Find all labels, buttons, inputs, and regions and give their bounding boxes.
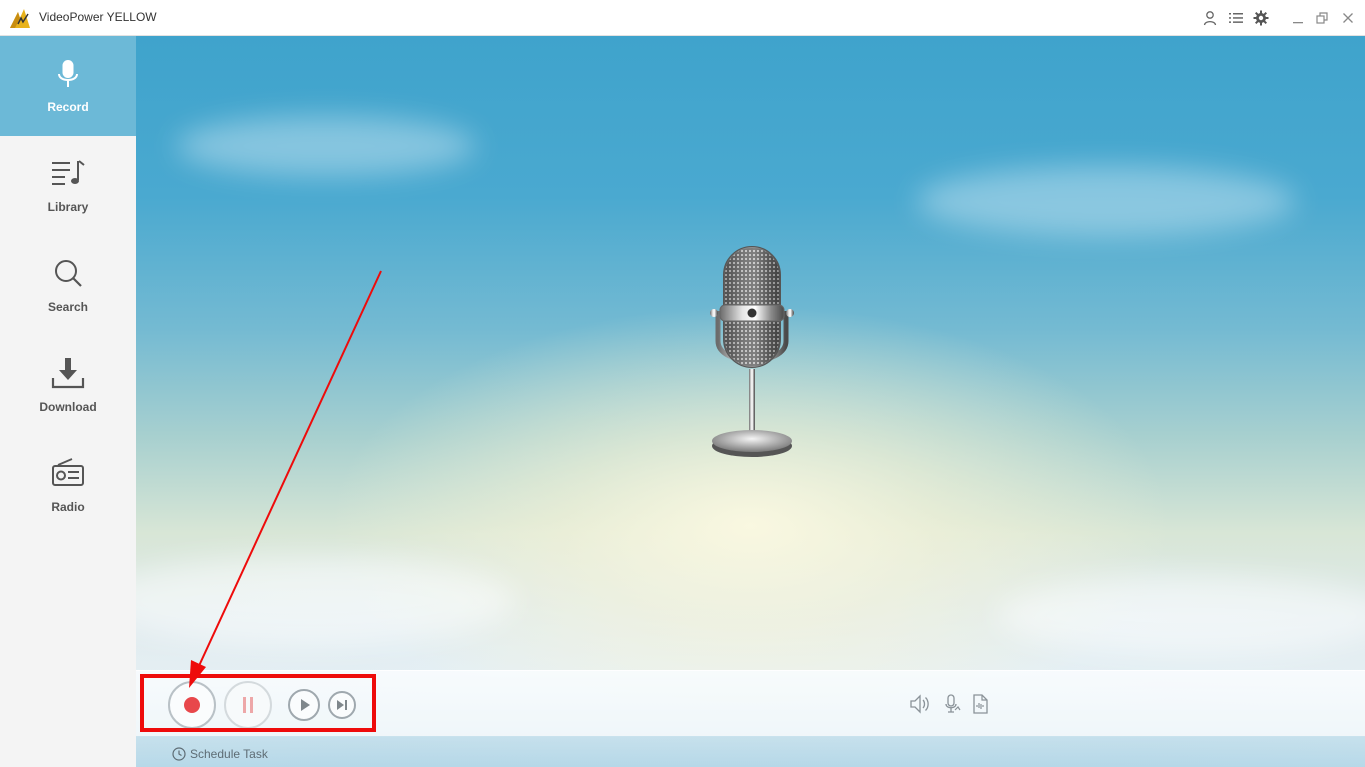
audio-format-icon[interactable] bbox=[969, 693, 991, 715]
sidebar-item-label: Download bbox=[39, 400, 97, 414]
minimize-icon[interactable] bbox=[1290, 10, 1306, 26]
record-button[interactable] bbox=[168, 681, 216, 729]
sidebar-item-label: Search bbox=[47, 300, 89, 314]
menu-list-icon[interactable] bbox=[1228, 10, 1244, 26]
play-button[interactable] bbox=[288, 689, 320, 721]
download-icon bbox=[51, 358, 85, 389]
clock-icon bbox=[172, 747, 186, 761]
microphone-source-icon[interactable] bbox=[940, 693, 962, 715]
user-icon[interactable] bbox=[1202, 10, 1218, 26]
sidebar-item-record[interactable]: Record bbox=[0, 36, 136, 136]
app-title: VideoPower YELLOW bbox=[39, 10, 157, 24]
title-bar: VideoPower YELLOW bbox=[0, 0, 1365, 36]
gear-icon[interactable] bbox=[1253, 10, 1269, 26]
sidebar-item-label: Radio bbox=[51, 500, 85, 514]
radio-icon bbox=[52, 458, 84, 486]
pause-button[interactable] bbox=[224, 681, 272, 729]
close-icon[interactable] bbox=[1340, 10, 1356, 26]
player-controls bbox=[136, 670, 1365, 737]
cloud-decoration bbox=[996, 576, 1365, 656]
skip-next-button[interactable] bbox=[328, 691, 356, 719]
restore-icon[interactable] bbox=[1314, 10, 1330, 26]
sidebar-item-search[interactable]: Search bbox=[0, 236, 136, 336]
cloud-decoration bbox=[916, 166, 1296, 236]
music-list-icon bbox=[52, 160, 85, 185]
sidebar-item-label: Library bbox=[47, 200, 89, 214]
bottom-status-strip bbox=[136, 736, 1365, 767]
sidebar-item-library[interactable]: Library bbox=[0, 136, 136, 236]
sidebar-nav: Record Library Search Download Radio bbox=[0, 36, 136, 767]
play-icon bbox=[301, 699, 310, 711]
record-panel: Schedule Task bbox=[136, 36, 1365, 767]
skip-next-icon bbox=[337, 700, 347, 710]
cloud-decoration bbox=[176, 116, 476, 176]
sidebar-item-download[interactable]: Download bbox=[0, 336, 136, 436]
speaker-icon[interactable] bbox=[909, 693, 931, 715]
search-icon bbox=[55, 260, 82, 287]
microphone-icon bbox=[58, 60, 78, 87]
sidebar-item-radio[interactable]: Radio bbox=[0, 436, 136, 536]
pause-icon bbox=[243, 697, 246, 713]
app-logo-icon bbox=[10, 9, 30, 28]
sidebar-item-label: Record bbox=[47, 100, 89, 114]
cloud-decoration bbox=[136, 556, 516, 646]
pause-icon bbox=[250, 697, 253, 713]
microphone-illustration bbox=[710, 246, 794, 457]
schedule-task-label: Schedule Task bbox=[190, 747, 268, 761]
record-icon bbox=[184, 697, 200, 713]
